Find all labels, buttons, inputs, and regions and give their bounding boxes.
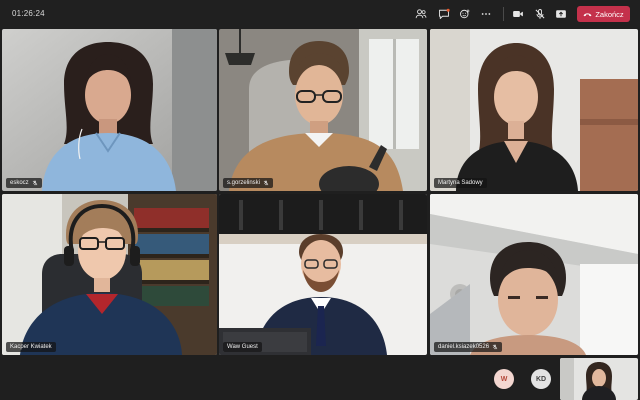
participant-name: s.gorzelinski: [227, 180, 261, 186]
video-tile[interactable]: daniel.ksiazek0526: [430, 194, 638, 355]
self-view-image: [560, 358, 638, 400]
participant-name-tag: Martyna Sadowy: [434, 178, 487, 188]
video-tile[interactable]: s.gorzelinski: [219, 29, 427, 191]
participant-avatar[interactable]: W: [494, 369, 514, 389]
video-tile[interactable]: Kacper Kwiatek: [2, 194, 217, 355]
video-tile[interactable]: Martyna Sadowy: [430, 29, 638, 191]
mic-off-icon: [263, 180, 269, 186]
chat-icon[interactable]: [436, 6, 452, 22]
mic-off-icon[interactable]: [532, 6, 548, 22]
share-icon[interactable]: [553, 6, 569, 22]
toolbar-separator: [503, 7, 504, 21]
participant-name: Waw Guest: [227, 344, 258, 350]
reactions-icon[interactable]: [457, 6, 473, 22]
more-icon[interactable]: [478, 6, 494, 22]
participant-video: [430, 194, 638, 355]
participant-name: eskocz: [10, 180, 29, 186]
participant-name: daniel.ksiazek0526: [438, 344, 490, 350]
participant-name-tag: Waw Guest: [223, 342, 262, 352]
mic-off-icon: [32, 180, 37, 186]
participant-name-tag: s.gorzelinski: [223, 178, 274, 188]
participant-video: [430, 29, 638, 191]
avatar-initials: W: [500, 375, 508, 383]
meeting-timer: 01:26:24: [12, 9, 45, 18]
camera-icon[interactable]: [510, 6, 526, 22]
participant-name-tag: daniel.ksiazek0526: [434, 342, 503, 352]
participant-video: [219, 194, 427, 355]
participant-name: Kacper Kwiatek: [10, 344, 52, 350]
participant-avatar[interactable]: KD: [531, 369, 551, 389]
participant-video: [219, 29, 427, 191]
participant-name-tag: Kacper Kwiatek: [6, 342, 56, 352]
video-tile[interactable]: eskocz: [2, 29, 217, 191]
participant-name: Martyna Sadowy: [438, 180, 483, 186]
phone-icon: [583, 12, 592, 16]
self-view-video[interactable]: [560, 358, 638, 400]
participant-video: [2, 29, 217, 191]
avatar-initials: KD: [535, 375, 547, 383]
leave-button[interactable]: Zakończ: [577, 6, 630, 22]
leave-label: Zakończ: [595, 9, 624, 19]
participant-name-tag: eskocz: [6, 178, 42, 188]
people-icon[interactable]: [413, 6, 429, 22]
mic-off-icon: [492, 344, 498, 350]
meeting-toolbar: 01:26:24 Zakończ: [0, 0, 640, 28]
participant-video: [2, 194, 217, 355]
video-tile[interactable]: Waw Guest: [219, 194, 427, 355]
